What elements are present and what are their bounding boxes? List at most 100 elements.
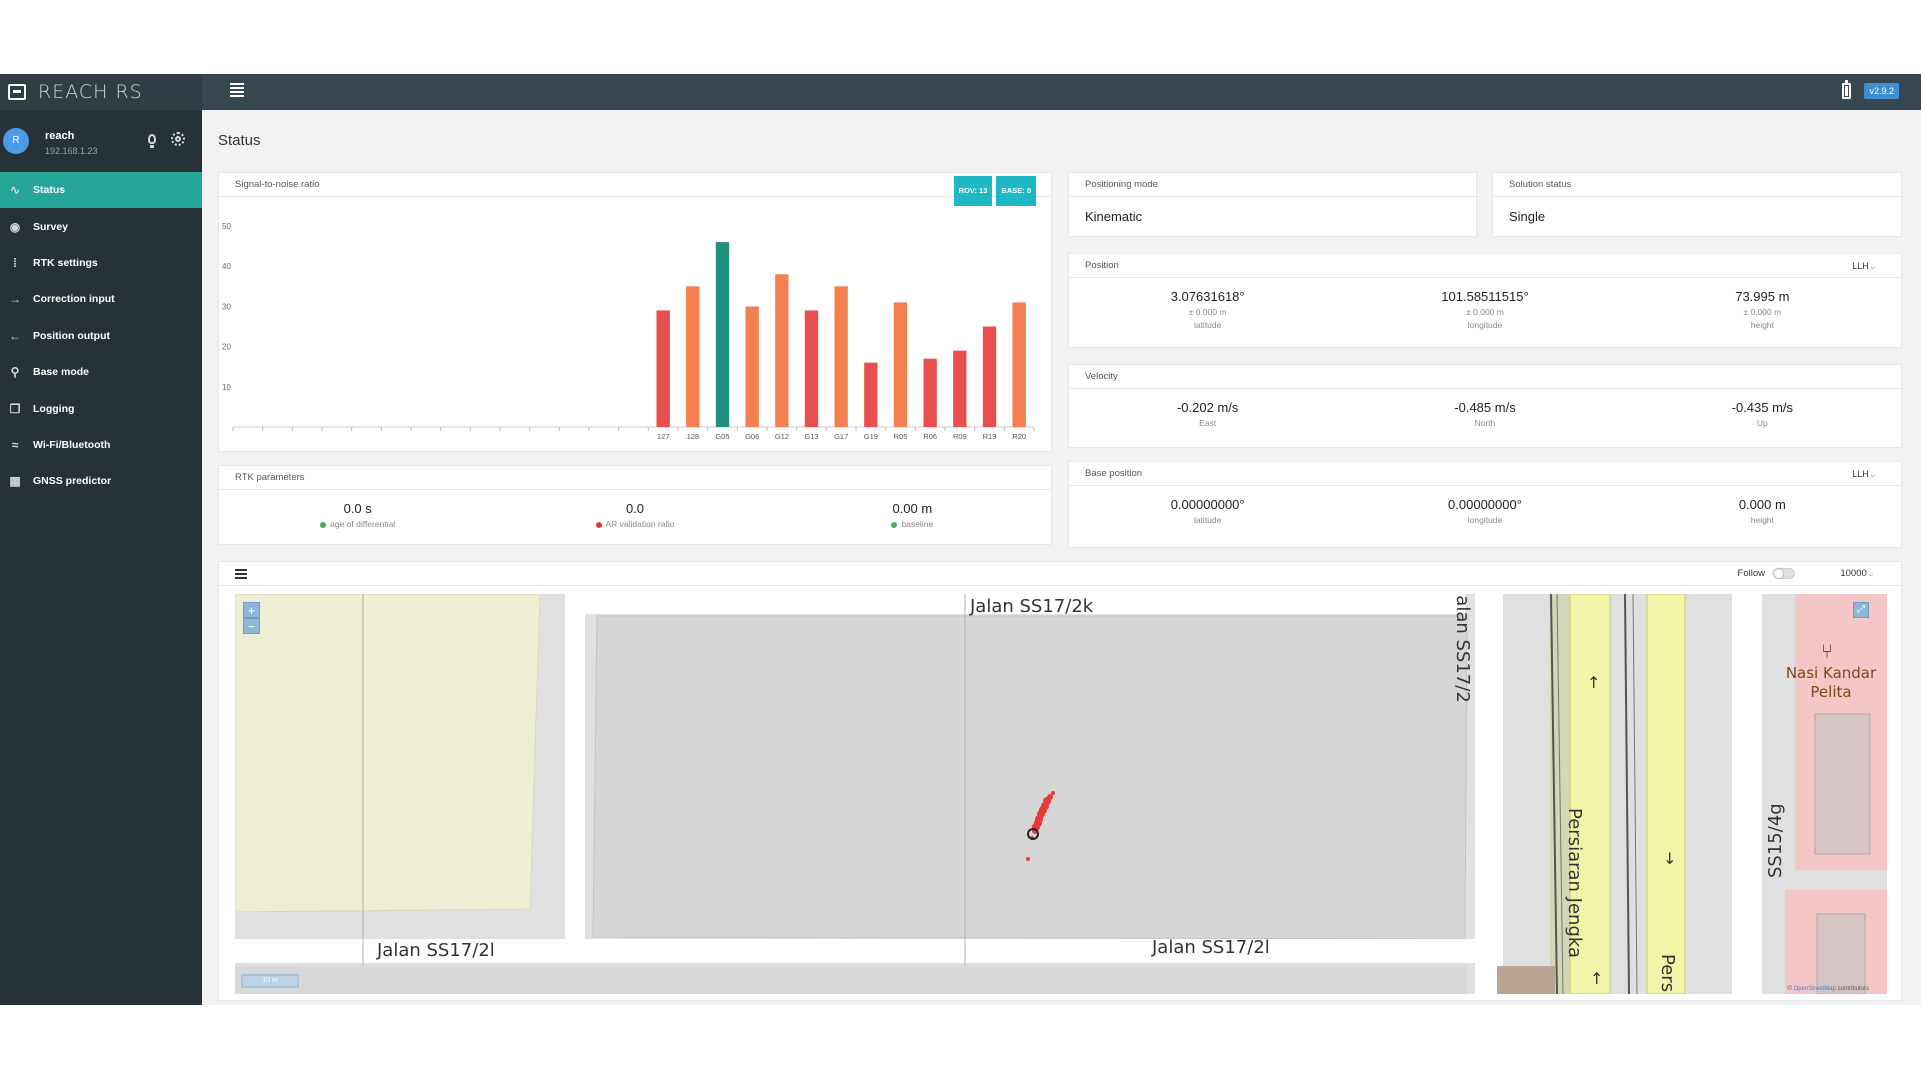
base-longitude: 0.00000000° longitude [1346,486,1623,541]
map-toolbar: Follow 10000 [219,562,1901,586]
reach-rs-app: REACH RS v2.9.2 R reach 192.168.1.23 ∿ St… [0,74,1921,1005]
snr-bar-R19[interactable] [982,326,997,427]
longitude-label: longitude [1467,320,1503,330]
map-attribution: © OpenStreetMap contributors [1788,986,1869,992]
base-position-format-select[interactable]: LLH [1852,462,1875,488]
brand[interactable]: REACH RS [0,74,202,110]
ar-validation-ratio-value: 0.0 [625,501,645,516]
position-format-select[interactable]: LLH [1852,254,1875,280]
bars-icon: ▩ [9,474,21,489]
menu-toggle-icon[interactable] [230,83,244,97]
base-height: 0.000 m height [1624,486,1901,541]
x-tick-label: R19 [983,432,997,441]
velocity-east: -0.202 m/s East [1069,389,1346,444]
velocity-up-label: Up [1756,418,1768,428]
velocity-north: -0.485 m/s North [1346,389,1623,444]
sidebar-item-base-mode[interactable]: ⚲ Base mode [0,354,202,390]
longitude-accuracy: ± 0.000 m [1466,307,1504,317]
velocity-up: -0.435 m/s Up [1624,389,1901,444]
snr-card-header: Signal-to-noise ratio ROV: 13 BASE: 0 [219,173,1051,206]
snr-bar-G13[interactable] [804,310,819,427]
openstreetmap-link[interactable]: OpenStreetMap [1794,986,1836,992]
snr-bar-R09[interactable] [953,350,967,427]
base-longitude-label: longitude [1467,515,1503,525]
sliders-icon: ⁞ [13,255,17,270]
latitude-value: 3.07631618° [1170,289,1245,304]
brand-name: REACH RS [38,81,143,103]
follow-control: Follow [1738,568,1795,579]
snr-bar-R05[interactable] [893,302,908,427]
sidebar-item-gnss-predictor[interactable]: ▩ GNSS predictor [0,463,202,499]
snr-bar-128[interactable] [686,286,700,427]
sidebar-item-status[interactable]: ∿ Status [0,172,202,209]
position-card: Position LLH 3.07631618° ± 0.000 m latit… [1068,253,1902,348]
antenna-icon: ⚲ [10,365,20,380]
sidebar-item-label: Logging [33,402,75,415]
positioning-mode-card: Positioning mode Kinematic [1068,172,1477,237]
avatar[interactable]: R [3,128,29,154]
position-height: 73.995 m ± 0.000 m height [1624,278,1901,333]
snr-bar-R20[interactable] [1012,302,1026,427]
points-limit-select[interactable]: 10000 [1840,568,1873,579]
arrow-left-icon: ← [9,328,21,343]
x-tick-label: R09 [953,432,967,441]
snr-bar-G12[interactable] [775,274,789,427]
sidebar-item-wifi-bluetooth[interactable]: ≈ Wi-Fi/Bluetooth [0,427,202,463]
height-accuracy: ± 0.000 m [1743,307,1782,317]
battery-icon [1842,80,1851,99]
y-tick-label: 50 [222,222,231,231]
follow-toggle[interactable] [1773,568,1795,579]
height-label: height [1750,320,1774,330]
base-longitude-value: 0.00000000° [1448,497,1522,512]
latitude-accuracy: ± 0.000 m [1188,307,1227,317]
base-latitude-value: 0.00000000° [1170,497,1245,512]
velocity-up-value: -0.435 m/s [1731,400,1794,415]
sidebar-item-position-output[interactable]: ← Position output [0,318,202,354]
zoom-in-button[interactable]: + [243,602,260,618]
arrow-right-icon: → [9,292,21,307]
velocity-north-value: -0.485 m/s [1454,400,1516,415]
zoom-out-button[interactable]: − [243,618,260,634]
fullscreen-icon[interactable]: ⤢ [1853,602,1869,618]
snr-chart: 10 20 30 40 50 127 128 G05 G06 G12 G13 G17 G19 R05 R06… [222,222,1035,441]
snr-bar-G19[interactable] [864,362,878,427]
solution-status-title: Solution status [1493,173,1901,197]
map-menu-icon[interactable] [235,569,247,579]
snr-bar-127[interactable] [656,310,670,427]
zoom-control: + − [243,602,260,634]
x-tick-label: 127 [657,432,670,441]
device-ip: 192.168.1.23 [45,146,98,156]
follow-label: Follow [1737,568,1765,579]
base-position-card: Base position LLH 0.00000000° latitude 0… [1068,461,1902,548]
sidebar-item-label: Survey [33,220,69,233]
gear-icon[interactable] [171,132,185,146]
files-icon: ❐ [9,401,21,416]
status-dot [891,521,898,528]
snr-bar-R06[interactable] [923,358,937,427]
sidebar-item-rtk-settings[interactable]: ⁞ RTK settings [0,245,202,281]
sidebar-nav: ∿ Status ◉ Survey ⁞ RTK settings → Correctio… [0,172,202,500]
top-bar: REACH RS v2.9.2 [0,74,1921,110]
snr-title: Signal-to-noise ratio [235,179,320,190]
solution-status-value: Single [1509,209,1546,224]
map-card: Follow 10000 ⌵ ↑ ↓ ↑ ⑂ Jalan SS17/2k Jal… [218,561,1902,1001]
latitude-label: latitude [1193,320,1222,330]
y-tick-label: 10 [222,383,231,392]
height-value: 73.995 m [1735,289,1790,304]
rtk-parameters-card: RTK parameters 0.0 s age of differential… [218,465,1052,545]
snr-bar-G05[interactable] [715,242,730,427]
map-view[interactable]: ↑ ↓ ↑ ⑂ Jalan SS17/2k Jalan SS17/2l Jala… [235,594,1887,994]
status-dot [320,521,327,528]
sidebar-item-label: GNSS predictor [33,475,112,488]
snr-bar-G17[interactable] [834,286,848,427]
snr-bar-G06[interactable] [745,306,759,427]
position-latitude: 3.07631618° ± 0.000 m latitude [1069,278,1346,333]
x-tick-label: G17 [834,432,848,441]
base-latitude: 0.00000000° latitude [1069,486,1346,541]
position-card-header: Position LLH [1069,254,1901,278]
sidebar-item-survey[interactable]: ◉ Survey [0,208,202,244]
x-tick-label: R20 [1012,432,1026,441]
sidebar-item-logging[interactable]: ❐ Logging [0,390,202,426]
sidebar-item-correction-input[interactable]: → Correction input [0,281,202,317]
lightbulb-icon[interactable] [148,134,156,148]
